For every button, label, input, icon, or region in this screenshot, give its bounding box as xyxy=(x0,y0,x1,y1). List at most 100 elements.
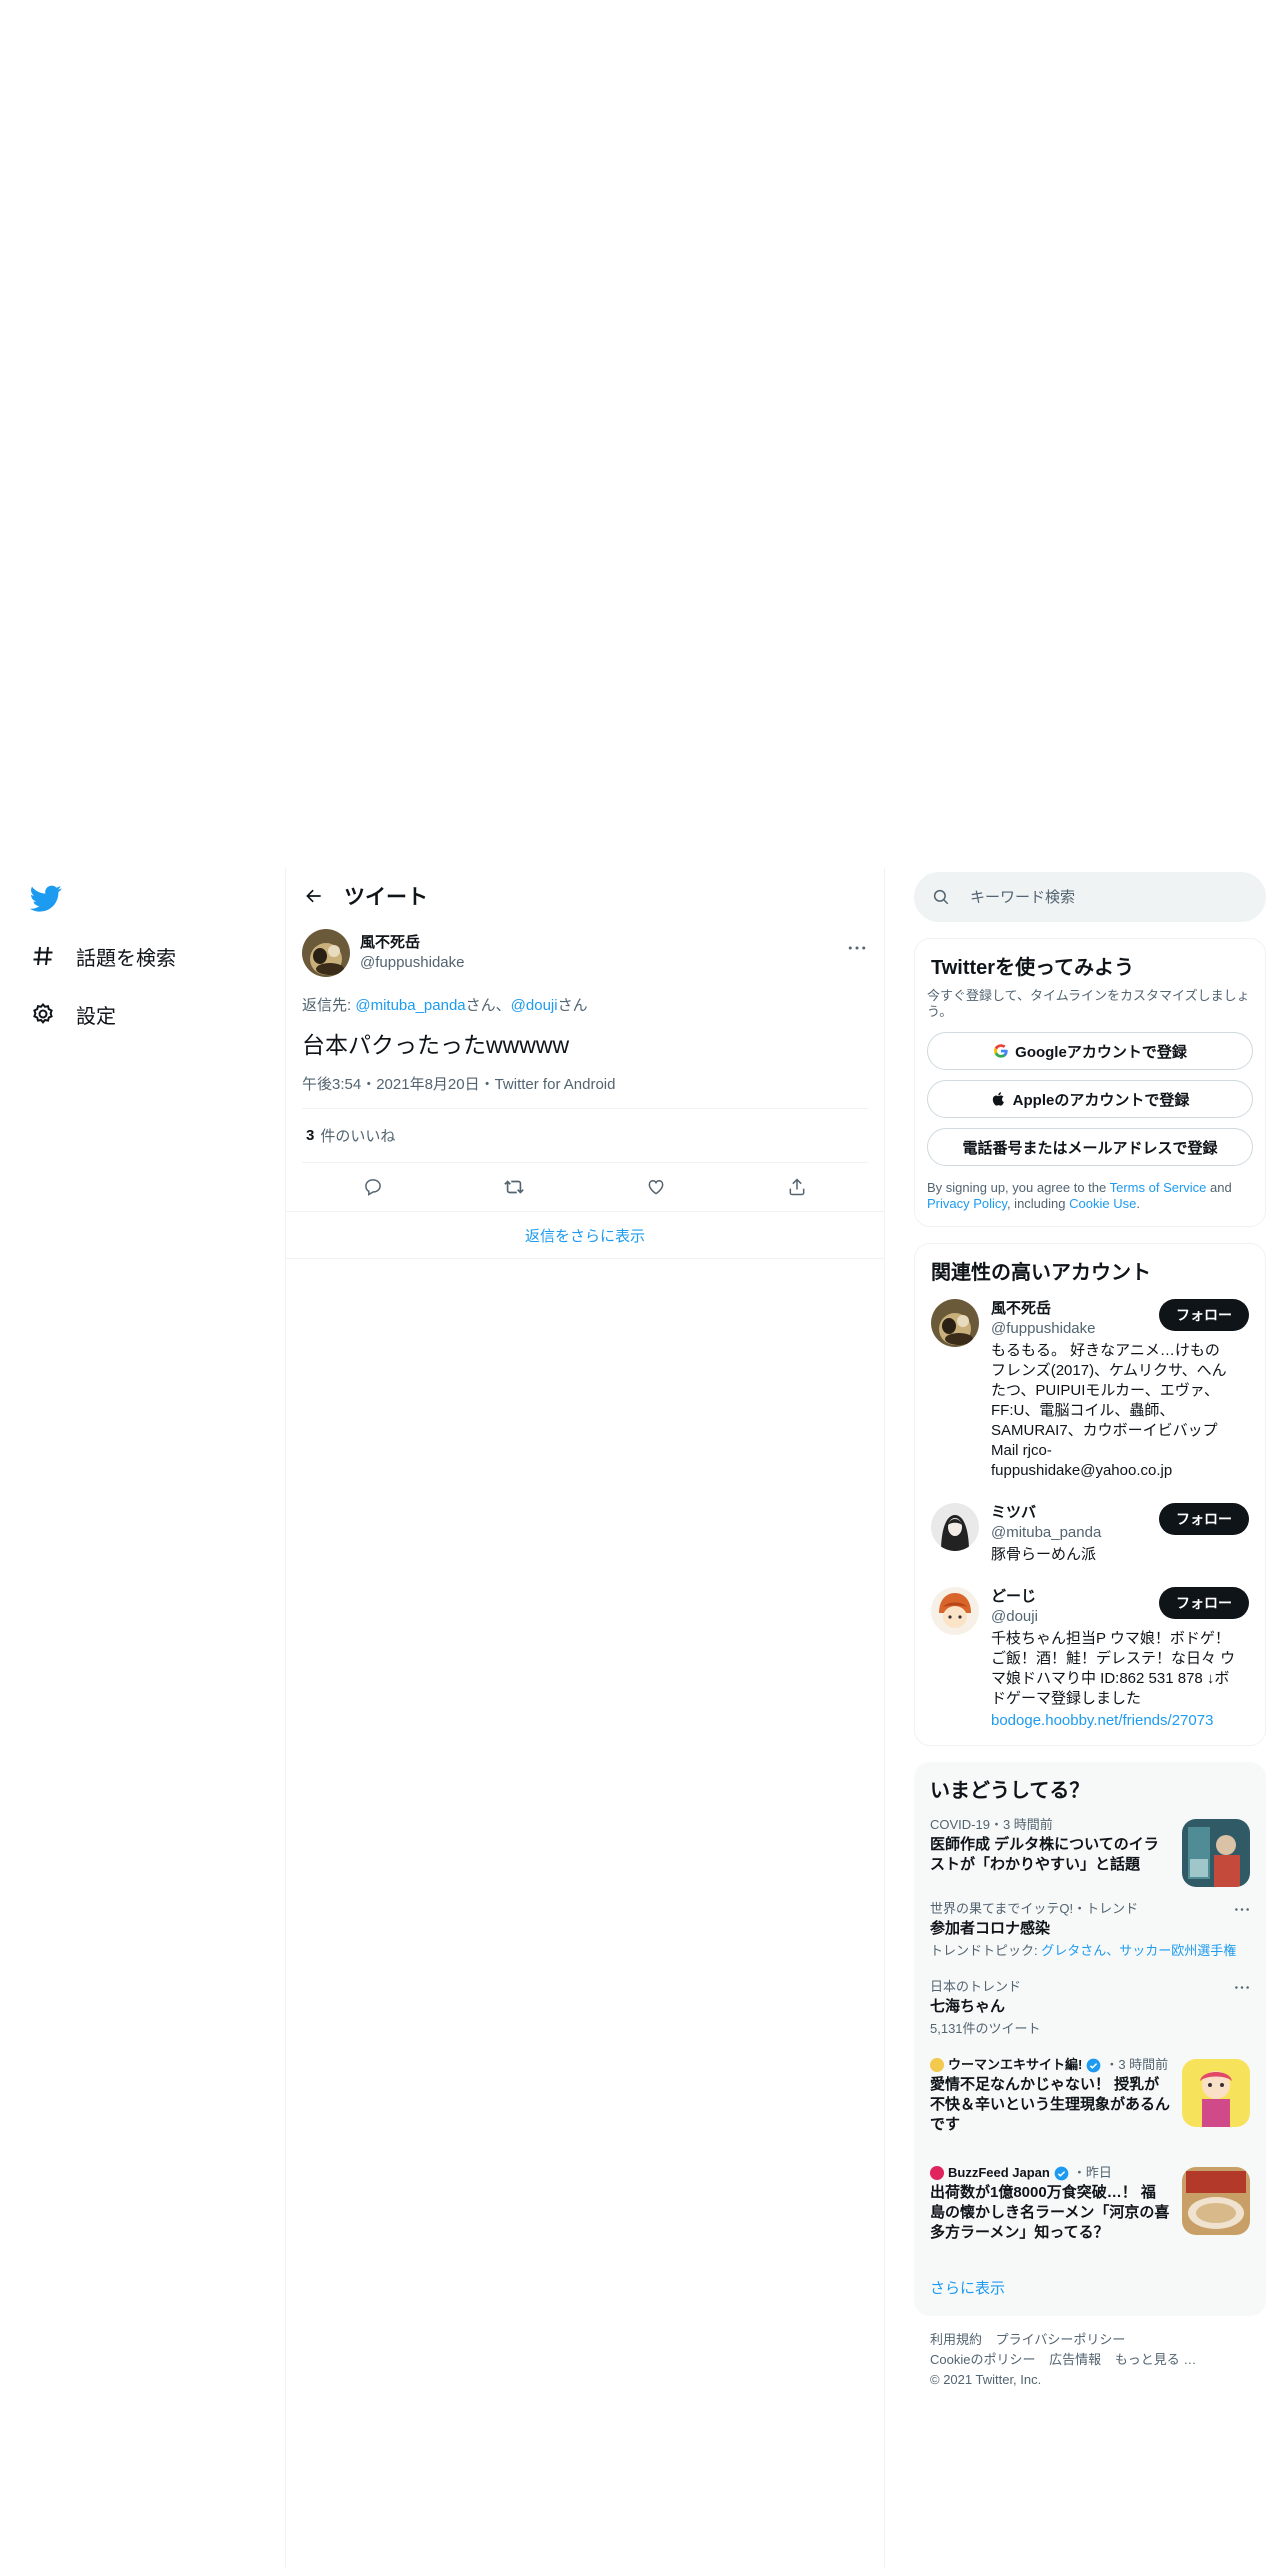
footer-link[interactable]: Cookieのポリシー xyxy=(930,2352,1035,2367)
search-bar[interactable] xyxy=(914,872,1266,922)
retweet-icon xyxy=(504,1180,525,1194)
account-row[interactable]: どーじ @douji 千枝ちゃん担当P ウマ娘！ボドゲ！ご飯！酒！鮭！デレステ！… xyxy=(915,1575,1265,1745)
trends-show-more[interactable]: さらに表示 xyxy=(914,2263,1266,2316)
signup-card: Twitterを使ってみよう 今すぐ登録して、タイムラインをカスタマイズしましょ… xyxy=(914,938,1266,1227)
trend-item[interactable]: 日本のトレンド 七海ちゃん 5,131件のツイート xyxy=(914,1969,1266,2047)
reply-user-link[interactable]: @mituba_panda xyxy=(355,997,465,1014)
footer-link[interactable]: 利用規約 xyxy=(930,2332,982,2347)
account-website-link[interactable]: bodoge.hoobby.net/friends/27073 xyxy=(991,1712,1213,1729)
trend-source: BuzzFeed Japan xyxy=(948,2165,1050,2180)
legal-text: By signing up, you agree to the xyxy=(927,1180,1110,1195)
reply-user-link[interactable]: @douji xyxy=(511,997,558,1014)
google-signup-button[interactable]: Googleアカウントで登録 xyxy=(927,1032,1253,1070)
page-header: ツイート xyxy=(286,868,884,924)
reply-prefix: 返信先: xyxy=(302,997,356,1014)
phone-email-signup-button[interactable]: 電話番号またはメールアドレスで登録 xyxy=(927,1128,1253,1166)
account-link[interactable]: bodoge.hoobby.net/friends/27073 xyxy=(991,1711,1239,1731)
trend-subtext: トレンドトピック: グレタさん、サッカー欧州選手権 xyxy=(930,1943,1250,1959)
main-column: ツイート 風不死岳 @fuppushidake 返信先: @mituba_pan… xyxy=(285,868,885,2568)
footer-link[interactable]: プライバシーポリシー xyxy=(996,2332,1126,2347)
more-options-button[interactable] xyxy=(842,938,872,958)
footer-link[interactable]: もっと見る … xyxy=(1115,2352,1197,2367)
trend-meta: 世界の果てまでイッテQ!・トレンド xyxy=(930,1901,1139,1916)
verified-badge-icon xyxy=(1054,2166,1069,2180)
trend-more-button[interactable] xyxy=(1232,1901,1252,1917)
trend-title: 参加者コロナ感染 xyxy=(930,1920,1051,1937)
trend-meta: 日本のトレンド xyxy=(930,1979,1022,1994)
google-icon xyxy=(993,1043,1009,1059)
terms-link[interactable]: Terms of Service xyxy=(1110,1180,1207,1195)
avatar[interactable] xyxy=(931,1503,979,1551)
verified-badge-icon xyxy=(1086,2058,1101,2072)
account-row[interactable]: ミツバ @mituba_panda 豚骨らーめん派 フォロー xyxy=(915,1491,1265,1575)
right-sidebar: Twitterを使ってみよう 今すぐ登録して、タイムラインをカスタマイズしましょ… xyxy=(914,868,1266,2404)
search-icon xyxy=(933,889,949,905)
reply-context: 返信先: @mituba_pandaさん、@doujiさん xyxy=(302,994,868,1015)
trend-item[interactable]: ウーマンエキサイト編! ・3 時間前 愛情不足なんかじゃない！ 授乳が不快＆辛い… xyxy=(914,2047,1266,2155)
account-row[interactable]: 風不死岳 @fuppushidake もるもる。 好きなアニメ…けものフレンズ(… xyxy=(915,1285,1265,1491)
trend-item[interactable]: BuzzFeed Japan ・昨日 出荷数が1億8000万食突破…！ 福島の懐… xyxy=(914,2155,1266,2263)
account-bio: 豚骨らーめん派 xyxy=(991,1546,1097,1563)
likes-count: 3 xyxy=(306,1127,315,1144)
trend-time: ・昨日 xyxy=(1072,2165,1112,2180)
gear-icon xyxy=(30,1001,56,1027)
avatar[interactable] xyxy=(931,1587,979,1635)
share-button[interactable] xyxy=(777,1167,817,1207)
trends-card: いまどうしてる？ COVID-19・3 時間前 医師作成 デルタ株についてのイラ… xyxy=(914,1762,1266,2316)
tweet-author-handle[interactable]: @fuppushidake xyxy=(360,953,464,973)
tweet-timestamp[interactable]: 午後3:54・2021年8月20日・Twitter for Android xyxy=(302,1073,868,1109)
privacy-link[interactable]: Privacy Policy xyxy=(927,1196,1007,1211)
trend-title: 七海ちゃん xyxy=(930,1998,1006,2015)
twitter-logo-icon[interactable] xyxy=(29,882,66,912)
trend-thumbnail xyxy=(1182,2059,1250,2127)
reply-button[interactable] xyxy=(353,1167,393,1207)
tweet-author-name[interactable]: 風不死岳 xyxy=(360,933,464,953)
avatar[interactable] xyxy=(302,929,350,977)
likes-label: 件のいいね xyxy=(320,1128,396,1145)
cookie-link[interactable]: Cookie Use xyxy=(1069,1196,1136,1211)
trend-sub-prefix: トレンドトピック: xyxy=(930,1943,1042,1958)
back-button[interactable] xyxy=(286,868,342,924)
nav-settings-label: 設定 xyxy=(76,1005,116,1028)
footer-link[interactable]: 広告情報 xyxy=(1049,2352,1101,2367)
share-icon xyxy=(789,1178,805,1196)
tweet-actions xyxy=(302,1163,868,1211)
nav-explore[interactable]: 話題を検索 xyxy=(30,936,176,976)
ellipsis-icon xyxy=(1235,1907,1249,1911)
related-accounts-title: 関連性の高いアカウント xyxy=(931,1262,1151,1284)
signup-legal-text: By signing up, you agree to the Terms of… xyxy=(915,1166,1265,1226)
arrow-left-icon xyxy=(306,889,321,903)
trend-topic-link[interactable]: グレタさん、サッカー欧州選手権 xyxy=(1041,1943,1236,1958)
google-signup-label: Googleアカウントで登録 xyxy=(1015,1043,1187,1061)
reply-suffix: さん xyxy=(557,997,588,1014)
legal-text: and xyxy=(1206,1180,1232,1195)
avatar[interactable] xyxy=(931,1299,979,1347)
apple-signup-button[interactable]: Appleのアカウントで登録 xyxy=(927,1080,1253,1118)
follow-button[interactable]: フォロー xyxy=(1159,1299,1249,1331)
account-bio: もるもる。 好きなアニメ…けものフレンズ(2017)、ケムリクサ、へんたつ、PU… xyxy=(991,1342,1227,1479)
trend-item[interactable]: 世界の果てまでイッテQ!・トレンド 参加者コロナ感染 トレンドトピック: グレタ… xyxy=(914,1891,1266,1969)
nav-settings[interactable]: 設定 xyxy=(30,994,116,1034)
source-logo-icon xyxy=(930,2058,944,2072)
nav-explore-label: 話題を検索 xyxy=(76,947,176,970)
trend-more-button[interactable] xyxy=(1232,1979,1252,1995)
footer: 利用規約 プライバシーポリシー Cookieのポリシー 広告情報 もっと見る …… xyxy=(914,2316,1266,2404)
trend-title: 出荷数が1億8000万食突破…！ 福島の懐かしき名ラーメン「河京の喜多方ラーメン… xyxy=(930,2184,1170,2241)
legal-text: , including xyxy=(1006,1196,1070,1211)
signup-subtitle: 今すぐ登録して、タイムラインをカスタマイズしましょう。 xyxy=(927,988,1250,1019)
show-more-replies-button[interactable]: 返信をさらに表示 xyxy=(286,1211,884,1259)
tweet-likes-stat[interactable]: 3 件のいいね xyxy=(302,1109,868,1163)
ellipsis-icon xyxy=(848,946,866,950)
search-input[interactable] xyxy=(970,888,1230,906)
legal-text: . xyxy=(1136,1196,1140,1211)
trend-item[interactable]: COVID-19・3 時間前 医師作成 デルタ株についてのイラストが「わかりやす… xyxy=(914,1807,1266,1891)
trend-thumbnail xyxy=(1182,1819,1250,1887)
page-title: ツイート xyxy=(344,886,428,909)
related-accounts-card: 関連性の高いアカウント 風不死岳 @fuppushidake もるもる。 好きな… xyxy=(914,1243,1266,1746)
heart-icon xyxy=(648,1179,664,1195)
trend-thumbnail xyxy=(1182,2167,1250,2235)
follow-button[interactable]: フォロー xyxy=(1159,1503,1249,1535)
like-button[interactable] xyxy=(636,1167,676,1207)
retweet-button[interactable] xyxy=(494,1167,534,1207)
follow-button[interactable]: フォロー xyxy=(1159,1587,1249,1619)
